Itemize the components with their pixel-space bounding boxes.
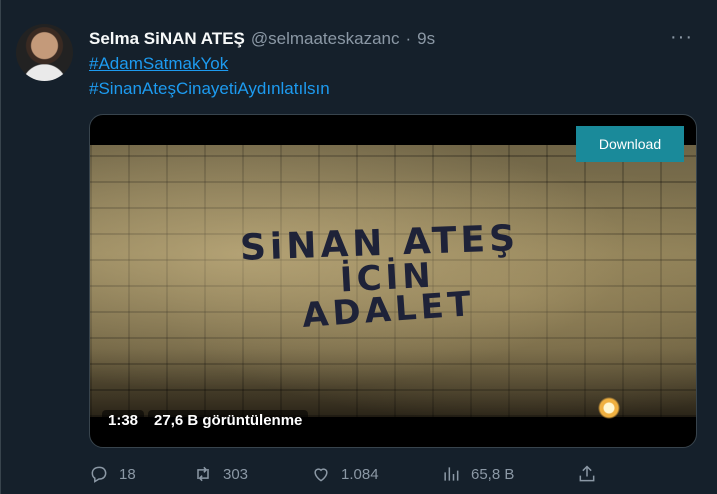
candle-light [598, 397, 620, 419]
retweet-count: 303 [223, 465, 249, 483]
tweet-actions: 18 303 1.084 65,8 B [89, 462, 609, 486]
share-button[interactable] [577, 462, 597, 486]
retweet-button[interactable]: 303 [193, 462, 248, 486]
like-button[interactable]: 1.084 [311, 462, 379, 486]
share-icon [579, 465, 595, 482]
tweet: Selma SiNAN ATEŞ @selmaateskazanc · 9s ·… [0, 0, 717, 494]
video-frame: SiNAN ATEŞ İCİN ADALET [90, 145, 696, 419]
views-count: 65,8 B [471, 465, 515, 483]
reply-count: 18 [119, 465, 136, 483]
author-handle[interactable]: @selmaateskazanc [251, 29, 400, 49]
more-options-icon[interactable]: ··· [670, 27, 693, 47]
views-button[interactable]: 65,8 B [441, 462, 514, 486]
tweet-timestamp[interactable]: 9s [417, 29, 435, 49]
video-player[interactable]: SiNAN ATEŞ İCİN ADALET Download 1:38 27,… [89, 114, 697, 448]
separator-dot: · [405, 29, 412, 48]
video-view-count: 27,6 B görüntülenme [148, 409, 309, 431]
hashtag-link[interactable]: #AdamSatmakYok [89, 54, 228, 74]
tweet-header: Selma SiNAN ATEŞ @selmaateskazanc · 9s [89, 28, 435, 50]
reply-button[interactable]: 18 [89, 462, 136, 486]
views-icon [444, 467, 459, 481]
download-button[interactable]: Download [576, 126, 684, 162]
video-duration: 1:38 [102, 409, 145, 431]
avatar[interactable] [16, 24, 73, 81]
graffiti-text: ADALET [300, 284, 477, 336]
author-name[interactable]: Selma SiNAN ATEŞ [89, 29, 245, 49]
retweet-icon [197, 466, 209, 482]
like-count: 1.084 [341, 465, 379, 483]
like-icon [314, 468, 328, 482]
video-info-overlay: 1:38 27,6 B görüntülenme [102, 408, 309, 432]
hashtag-link[interactable]: #SinanAteşCinayetiAydınlatılsın [89, 79, 330, 99]
reply-icon [91, 466, 107, 483]
